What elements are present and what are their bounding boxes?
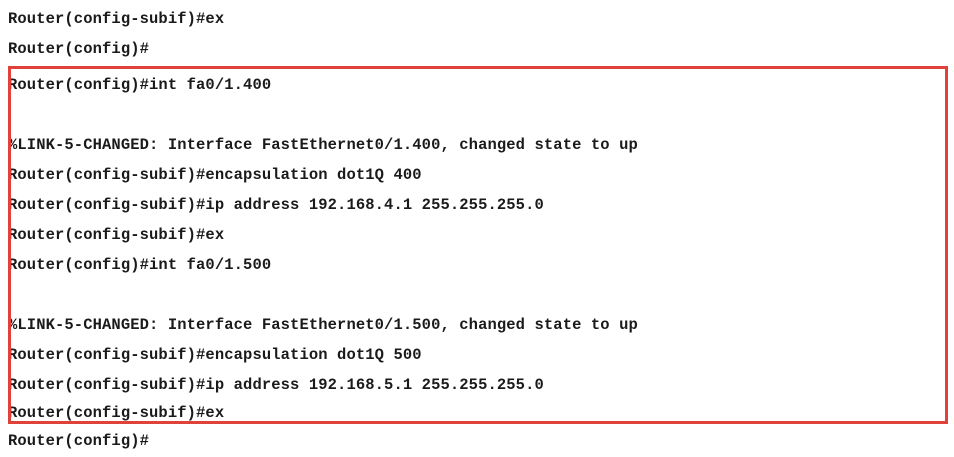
- terminal-line: Router(config)#: [8, 432, 150, 450]
- terminal-line: Router(config-subif)#encapsulation dot1Q…: [8, 166, 422, 184]
- terminal-line: Router(config)#int fa0/1.500: [8, 256, 272, 274]
- terminal-line: Router(config-subif)#ex: [8, 404, 225, 422]
- terminal-line: Router(config)#int fa0/1.400: [8, 76, 272, 94]
- terminal-line-link-changed: %LINK-5-CHANGED: Interface FastEthernet0…: [8, 136, 638, 154]
- terminal-output: Router(config-subif)#ex Router(config)# …: [0, 0, 954, 457]
- terminal-line: Router(config-subif)#encapsulation dot1Q…: [8, 346, 422, 364]
- terminal-line: Router(config)#: [8, 40, 150, 58]
- terminal-line: Router(config-subif)#ip address 192.168.…: [8, 376, 544, 394]
- terminal-line: Router(config-subif)#ip address 192.168.…: [8, 196, 544, 214]
- terminal-line: Router(config-subif)#ex: [8, 226, 225, 244]
- terminal-line-link-changed: %LINK-5-CHANGED: Interface FastEthernet0…: [8, 316, 638, 334]
- terminal-line: Router(config-subif)#ex: [8, 10, 225, 28]
